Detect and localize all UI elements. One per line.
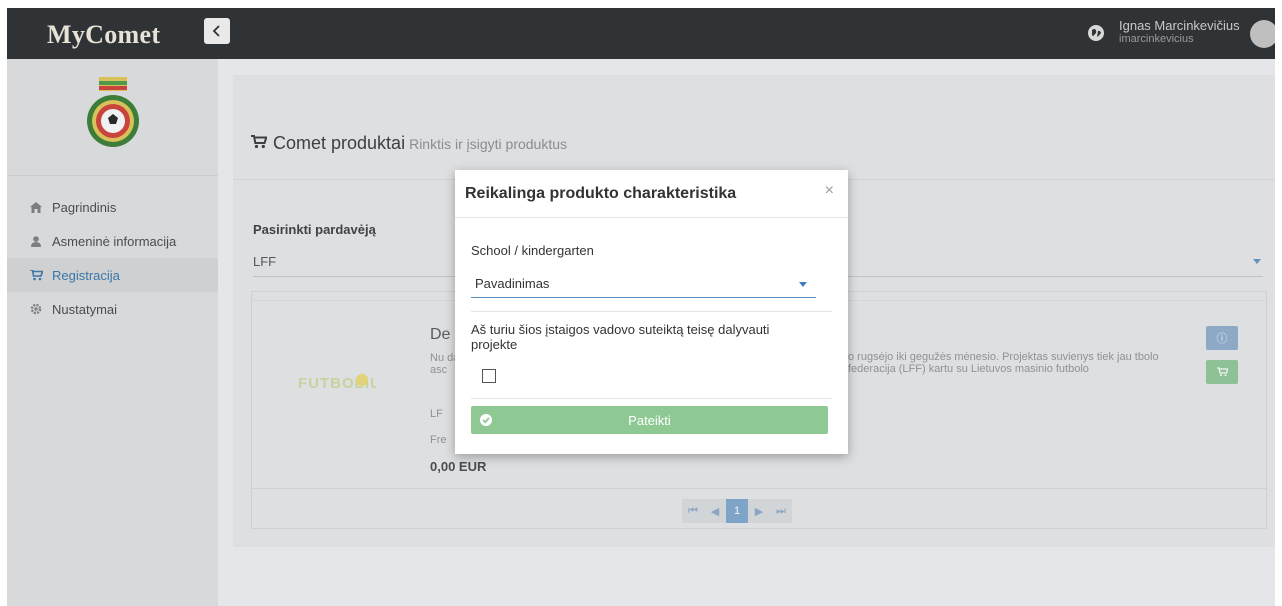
app-window: MyComet Ignas Marcinkevičius imarcinkevi…	[7, 8, 1275, 606]
page-title: Comet produktai Rinktis ir įsigyti produk…	[251, 133, 567, 154]
chevron-down-icon	[799, 282, 807, 287]
sidebar-item-pagrindinis[interactable]: Pagrindinis	[7, 190, 218, 224]
page-button-current[interactable]: 1	[726, 499, 748, 523]
page-title-text: Comet produktai	[273, 133, 406, 153]
product-logo: FUTBOLIUKAS	[296, 372, 416, 413]
sidebar-item-label: Nustatymai	[52, 301, 118, 317]
gear-icon	[27, 303, 45, 315]
user-icon	[27, 235, 45, 247]
submit-button[interactable]: Pateikti	[471, 406, 828, 434]
prev-page-button[interactable]: ◀	[704, 499, 726, 523]
sidebar-item-label: Registracija	[52, 267, 120, 283]
product-vendor: LF	[430, 408, 443, 420]
sidebar-item-asmenine-informacija[interactable]: Asmeninė informacija	[7, 224, 218, 258]
user-login: imarcinkevicius	[1119, 33, 1194, 45]
sidebar: Pagrindinis Asmeninė informacija Registr…	[7, 59, 218, 606]
next-page-button[interactable]: ▶	[748, 499, 770, 523]
school-label: School / kindergarten	[471, 243, 594, 258]
top-bar: MyComet Ignas Marcinkevičius imarcinkevi…	[7, 8, 1275, 59]
divider	[471, 311, 832, 312]
sidebar-item-nustatymai[interactable]: Nustatymai	[7, 292, 218, 326]
federation-crest-icon	[87, 77, 139, 147]
vendor-label: Pasirinkti pardavėją	[253, 222, 376, 237]
prev-page-icon: ◀	[710, 505, 720, 518]
sidebar-item-label: Pagrindinis	[52, 199, 117, 215]
first-page-button[interactable]: ⏮	[682, 499, 704, 523]
vendor-select-value: LFF	[253, 254, 277, 269]
consent-checkbox[interactable]	[482, 369, 496, 383]
page-number: 1	[733, 505, 741, 517]
pagination: ⏮ ◀ 1 ▶ ⏭	[682, 499, 792, 523]
school-select-value: Pavadinimas	[475, 276, 550, 291]
consent-label: Aš turiu šios įstaigos vadovo suteiktą t…	[471, 322, 770, 352]
globe-icon[interactable]	[1088, 25, 1104, 41]
brand-area: MyComet	[7, 8, 218, 59]
home-icon	[27, 201, 45, 213]
last-page-icon: ⏭	[776, 504, 786, 517]
page-header: Comet produktai Rinktis ir įsigyti produk…	[233, 75, 1275, 180]
modal-header: Reikalinga produkto charakteristika ×	[455, 170, 848, 218]
product-characteristic-modal: Reikalinga produkto charakteristika × Sc…	[455, 170, 848, 454]
chevron-down-icon	[1253, 259, 1261, 264]
federation-crest-area	[7, 59, 218, 176]
cart-icon	[27, 269, 45, 281]
brand-logo[interactable]: MyComet	[47, 20, 160, 50]
product-price: 0,00 EUR	[430, 459, 487, 474]
close-icon: ×	[824, 182, 834, 199]
last-page-button[interactable]: ⏭	[770, 499, 792, 523]
first-page-icon: ⏮	[688, 504, 698, 517]
product-description-tail: o rugsėjo iki gegužės mėnesio. Projektas…	[848, 351, 1159, 375]
sidebar-collapse-button[interactable]	[204, 18, 230, 44]
page-subtitle: Rinktis ir įsigyti produktus	[409, 136, 568, 152]
avatar[interactable]	[1250, 20, 1275, 48]
modal-title: Reikalinga produkto charakteristika	[465, 185, 737, 202]
submit-label: Pateikti	[628, 412, 671, 428]
add-to-cart-button[interactable]	[1206, 360, 1238, 384]
divider	[252, 488, 1266, 489]
school-select[interactable]: Pavadinimas	[471, 272, 816, 298]
cart-icon	[251, 133, 268, 154]
product-title[interactable]: De	[430, 326, 450, 344]
user-name[interactable]: Ignas Marcinkevičius	[1119, 18, 1240, 33]
cart-icon	[1216, 367, 1228, 377]
next-page-icon: ▶	[754, 505, 764, 518]
product-info-button[interactable]: ⓘ	[1206, 326, 1238, 350]
chevron-left-icon	[212, 25, 220, 37]
sidebar-item-registracija[interactable]: Registracija	[7, 258, 218, 292]
product-type: Fre	[430, 434, 447, 446]
check-circle-icon	[480, 414, 492, 426]
divider	[471, 398, 832, 399]
sidebar-nav: Pagrindinis Asmeninė informacija Registr…	[7, 190, 218, 326]
info-icon: ⓘ	[1216, 333, 1228, 345]
close-button[interactable]: ×	[825, 182, 834, 200]
sidebar-item-label: Asmeninė informacija	[52, 233, 177, 249]
